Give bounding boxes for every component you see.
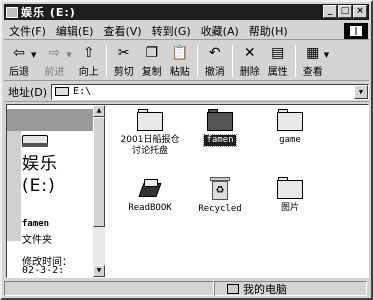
pane-banner — [7, 109, 105, 131]
forward-label: 前进 — [44, 67, 65, 78]
minimize-button[interactable]: _ — [323, 5, 337, 18]
scroll-down-icon[interactable]: ▼ — [93, 265, 105, 277]
recycle-bin-icon: ♻ — [209, 177, 231, 201]
folder-item-selected[interactable]: famen — [189, 109, 251, 147]
drive-icon — [6, 6, 18, 18]
address-label: 地址(D) — [8, 85, 48, 99]
views-button[interactable]: ▦ 查看 — [299, 43, 327, 78]
scroll-thumb[interactable] — [93, 117, 105, 227]
up-folder-icon: ⇧ — [82, 45, 95, 61]
selected-item-name: famen — [22, 219, 50, 229]
forward-dropdown-icon[interactable]: ▼ — [66, 51, 71, 59]
properties-label: 属性 — [267, 67, 288, 78]
web-view-pane: 娱乐 (E:) famen 文件夹 修改时间： 02-3-2: ▲ ▼ — [7, 105, 107, 277]
back-arrow-icon: ⇦ — [13, 45, 25, 61]
cut-label: 剪切 — [113, 67, 134, 78]
menu-bar: 文件(F) 编辑(E) 查看(V) 转到(G) 收藏(A) 帮助(H) — [4, 22, 369, 40]
delete-button[interactable]: ✕ 删除 — [236, 43, 264, 78]
folder-icon — [137, 109, 163, 131]
undo-label: 撤消 — [204, 67, 225, 78]
back-dropdown-icon[interactable]: ▼ — [31, 51, 36, 59]
properties-button[interactable]: ▤ 属性 — [264, 43, 292, 78]
address-bar: 地址(D) E:\ ▼ — [4, 82, 369, 102]
drive-name: 娱乐 — [22, 154, 58, 174]
paste-button[interactable]: 📋 粘贴 — [166, 43, 194, 78]
toolbar-separator — [294, 45, 296, 77]
folder-item[interactable]: game — [259, 109, 321, 146]
computer-icon — [227, 283, 239, 294]
close-button[interactable]: × — [353, 5, 367, 18]
views-label: 查看 — [302, 67, 323, 78]
toolbar-separator — [105, 45, 107, 77]
windows-logo-icon — [344, 23, 368, 39]
scissors-icon: ✂ — [117, 45, 130, 61]
status-zone-label: 我的电脑 — [243, 282, 287, 296]
views-grid-icon: ▦ — [306, 45, 320, 61]
drive-letter: (E:) — [22, 176, 56, 196]
menu-file[interactable]: 文件(F) — [4, 23, 51, 39]
address-input[interactable]: E:\ ▼ — [51, 83, 369, 100]
menu-help[interactable]: 帮助(H) — [244, 23, 293, 39]
undo-button[interactable]: ↶ 撤消 — [201, 43, 229, 78]
item-label: ReadBOOK — [128, 203, 172, 213]
copy-label: 复制 — [141, 67, 162, 78]
book-icon — [138, 177, 162, 199]
folder-icon — [277, 109, 303, 131]
pane-scrollbar[interactable]: ▲ ▼ — [93, 105, 105, 277]
item-label: Recycled — [198, 204, 242, 214]
menu-favorites[interactable]: 收藏(A) — [196, 23, 244, 39]
folder-icon — [207, 109, 233, 131]
pane-strip — [7, 131, 21, 241]
folder-item[interactable]: 2001日船报仓讨论托盘 — [119, 109, 181, 157]
delete-label: 删除 — [239, 67, 260, 78]
title-bar[interactable]: 娱乐 (E:) _ □ × — [4, 4, 369, 20]
forward-button[interactable]: ⇨ 前进 — [39, 43, 69, 78]
delete-x-icon: ✕ — [243, 45, 256, 61]
cut-button[interactable]: ✂ 剪切 — [110, 43, 138, 78]
back-label: 后退 — [9, 67, 29, 78]
modified-date: 02-3-2: — [22, 265, 65, 276]
item-label: game — [279, 135, 301, 145]
back-button[interactable]: ⇦ 后退 — [4, 43, 34, 78]
copy-button[interactable]: ❐ 复制 — [138, 43, 166, 78]
maximize-button[interactable]: □ — [338, 5, 352, 18]
address-value: E:\ — [73, 86, 92, 97]
up-label: 向上 — [78, 67, 99, 78]
status-bar: 我的电脑 — [4, 280, 369, 297]
standard-toolbar: ⇦ 后退 ▼ ⇨ 前进 ▼ ⇧ 向上 ✂ 剪切 ❐ 复制 📋 粘贴 ↶ 撤消 ✕… — [4, 43, 369, 81]
explorer-window: 娱乐 (E:) _ □ × 文件(F) 编辑(E) 查看(V) 转到(G) 收藏… — [0, 0, 373, 300]
scroll-up-icon[interactable]: ▲ — [93, 105, 105, 117]
up-button[interactable]: ⇧ 向上 — [75, 43, 103, 78]
item-label: 2001日船报仓讨论托盘 — [120, 135, 180, 156]
toolbar-separator — [231, 45, 233, 77]
views-dropdown-icon[interactable]: ▼ — [324, 51, 329, 59]
copy-icon: ❐ — [145, 45, 159, 61]
address-dropdown-button[interactable]: ▼ — [354, 84, 368, 99]
status-panel-info — [4, 281, 214, 296]
undo-icon: ↶ — [208, 45, 221, 61]
menu-view[interactable]: 查看(V) — [98, 23, 146, 39]
properties-icon: ▤ — [271, 45, 285, 61]
hard-drive-base — [22, 143, 48, 147]
toolbar-separator — [196, 45, 198, 77]
recycle-bin-item[interactable]: ♻ Recycled — [189, 177, 251, 215]
status-panel-zone: 我的电脑 — [214, 281, 367, 296]
menu-edit[interactable]: 编辑(E) — [51, 23, 99, 39]
folder-item[interactable]: 图片 — [259, 177, 321, 214]
menu-go[interactable]: 转到(G) — [147, 23, 196, 39]
item-label: famen — [203, 134, 237, 147]
clipboard-icon: 📋 — [171, 45, 189, 61]
drive-icon — [55, 87, 70, 96]
window-title: 娱乐 (E:) — [21, 6, 76, 19]
folder-icon — [277, 177, 303, 199]
paste-label: 粘贴 — [169, 67, 190, 78]
item-label: 图片 — [280, 203, 299, 213]
folder-view: 娱乐 (E:) famen 文件夹 修改时间： 02-3-2: ▲ ▼ 2001… — [6, 104, 369, 278]
selected-item-type: 文件夹 — [22, 235, 52, 246]
forward-arrow-icon: ⇨ — [48, 45, 61, 61]
file-item[interactable]: ReadBOOK — [119, 177, 181, 214]
